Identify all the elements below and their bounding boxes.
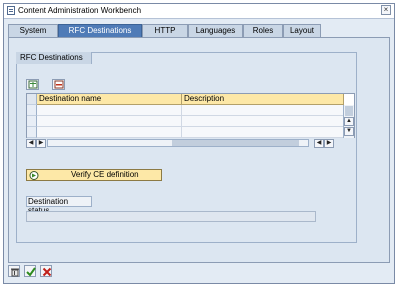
cancel-icon [42,267,52,277]
select-all-cell[interactable] [27,94,37,105]
tab-languages[interactable]: Languages [188,24,243,37]
tab-rfc-destinations[interactable]: RFC Destinations [58,24,142,38]
cancel-button[interactable] [40,265,52,277]
scroll-up-button[interactable]: ▲ [344,117,354,126]
confirm-icon [26,267,36,277]
scroll-thumb[interactable] [345,106,353,116]
window-icon [7,6,15,15]
execute-icon [29,171,39,180]
scroll-left-button[interactable]: ◀ [314,139,324,148]
title-bar: Content Administration Workbench × [4,4,394,19]
tab-roles[interactable]: Roles [243,24,283,37]
row-selector[interactable] [27,127,37,138]
scroll-right-button[interactable]: ▶ [324,139,334,148]
row-selector[interactable] [27,116,37,127]
table-cell[interactable] [182,127,344,138]
table-cell[interactable] [37,116,182,127]
delete-row-icon [54,80,64,89]
destination-status-field [26,211,316,222]
tab-system[interactable]: System [8,24,58,37]
table-cell[interactable] [37,127,182,138]
row-selector[interactable] [27,105,37,116]
column-header-description[interactable]: Description [182,94,344,105]
verify-button-label: Verify CE definition [71,170,139,179]
rfc-table: Destination name Description ▲ ▼ [26,93,355,138]
tab-layout[interactable]: Layout [283,24,321,37]
close-button[interactable]: × [381,5,391,15]
add-row-icon [28,80,38,89]
horizontal-scroll-area: ◀ ▶ ◀ ▶ [26,138,355,148]
table-cell[interactable] [182,105,344,116]
verify-ce-definition-button[interactable]: Verify CE definition [26,169,162,181]
vertical-scrollbar[interactable]: ▲ ▼ [343,105,354,138]
table-cell[interactable] [37,105,182,116]
scroll-thumb[interactable] [172,140,299,146]
delete-row-button[interactable] [52,79,65,90]
horizontal-scrollbar[interactable] [47,139,309,147]
tab-http[interactable]: HTTP [142,24,188,37]
rfc-group-label: RFC Destinations [16,52,92,64]
table-cell[interactable] [182,116,344,127]
column-header-destination-name[interactable]: Destination name [37,94,182,105]
add-row-button[interactable] [26,79,39,90]
destination-status-label: Destination status [26,196,92,215]
window-title: Content Administration Workbench [18,6,142,15]
scroll-left-button[interactable]: ◀ [26,139,36,148]
scroll-right-button[interactable]: ▶ [36,139,46,148]
confirm-button[interactable] [24,265,36,277]
delete-button[interactable] [8,265,20,277]
workbench-window: Content Administration Workbench × Syste… [3,3,395,284]
tab-content: RFC Destinations Destination name Descri… [8,37,390,263]
trash-icon [11,268,19,277]
scroll-down-button[interactable]: ▼ [344,127,354,136]
